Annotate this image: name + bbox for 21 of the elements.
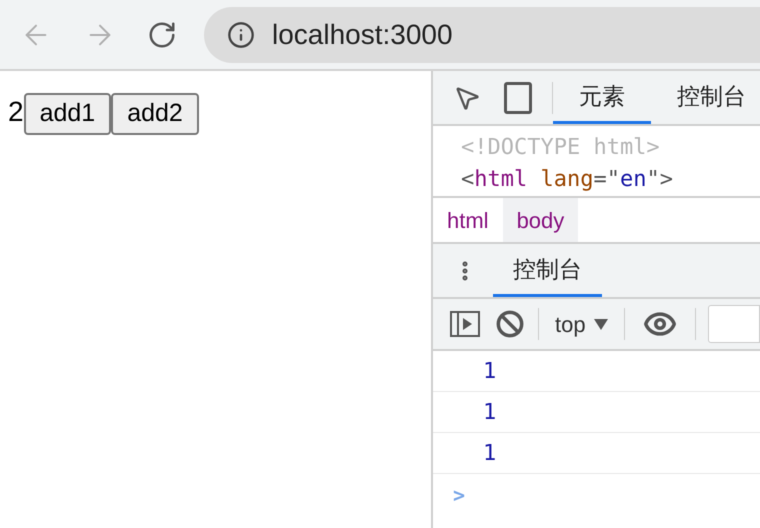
- clear-icon[interactable]: [496, 310, 524, 338]
- console-message: 1: [483, 358, 496, 386]
- reload-icon[interactable]: [147, 20, 177, 50]
- count-text: 2: [8, 95, 24, 129]
- device-icon[interactable]: [504, 82, 532, 114]
- devtools-tab[interactable]: 控制台: [651, 71, 750, 124]
- html-tag-line[interactable]: <html lang="en">: [461, 164, 760, 196]
- context-dropdown[interactable]: top: [555, 308, 608, 340]
- address-bar[interactable]: localhost:3000: [204, 6, 760, 62]
- caret-icon: [594, 318, 608, 330]
- address-text: localhost:3000: [272, 18, 453, 52]
- add-button[interactable]: add1: [24, 93, 112, 135]
- devtools-tab[interactable]: 元素: [553, 71, 651, 124]
- filter-field[interactable]: [708, 305, 760, 343]
- info-icon: [227, 20, 255, 48]
- breadcrumb-item[interactable]: body: [502, 198, 578, 242]
- console-message: 1: [483, 440, 496, 468]
- doctype-line: <!DOCTYPE html>: [461, 134, 661, 162]
- console-message: 1: [483, 398, 496, 426]
- add-button[interactable]: add2: [111, 93, 199, 135]
- sidebar-toggle-icon[interactable]: [450, 311, 480, 337]
